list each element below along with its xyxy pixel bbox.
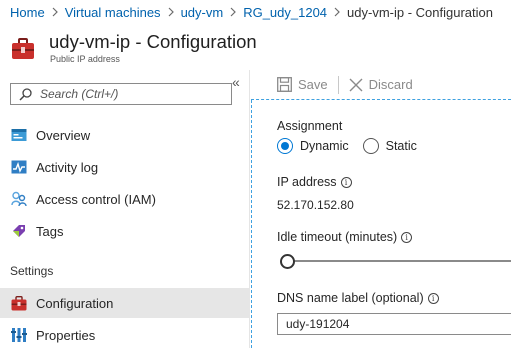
ip-address-label-text: IP address	[277, 175, 337, 189]
radio-dynamic-circle	[277, 138, 293, 154]
properties-icon	[10, 326, 28, 344]
radio-selected-dot	[281, 142, 289, 150]
sidebar-item-activity-log[interactable]: Activity log	[0, 152, 250, 182]
search-placeholder: Search (Ctrl+/)	[40, 87, 119, 101]
dns-label-text: DNS name label (optional)	[277, 291, 424, 305]
chevron-right-icon	[168, 7, 174, 17]
idle-timeout-label-text: Idle timeout (minutes)	[277, 230, 398, 244]
breadcrumb-current: udy-vm-ip - Configuration	[347, 4, 493, 20]
radio-static-circle	[362, 138, 379, 154]
page-title: udy-vm-ip - Configuration	[49, 31, 257, 52]
sidebar-item-label: Access control (IAM)	[36, 191, 156, 207]
breadcrumb: Home Virtual machines udy-vm RG_udy_1204…	[0, 0, 511, 24]
people-icon	[10, 190, 28, 208]
sidebar-item-overview[interactable]: Overview	[0, 120, 250, 150]
breadcrumb-home[interactable]: Home	[10, 5, 45, 20]
collapse-menu-button[interactable]: «	[232, 74, 240, 90]
breadcrumb-resource-group[interactable]: RG_udy_1204	[243, 5, 327, 20]
idle-timeout-label: Idle timeout (minutes) i	[277, 230, 413, 244]
sidebar-item-label: Overview	[36, 127, 91, 143]
toolbox-icon	[11, 38, 35, 60]
chevron-right-icon	[334, 7, 340, 17]
assignment-radio-group: Dynamic Static	[277, 138, 431, 154]
configuration-panel: Save Discard Assignment Dynamic Static I…	[251, 70, 511, 348]
section-heading-settings: Settings	[10, 264, 54, 278]
ip-address-label: IP address i	[277, 175, 352, 189]
command-bar: Save Discard	[251, 70, 511, 100]
dns-name-input[interactable]	[277, 313, 511, 335]
toolbar-divider	[337, 75, 339, 94]
chevron-right-icon	[52, 7, 58, 17]
breadcrumb-vm[interactable]: udy-vm	[181, 5, 224, 20]
ip-address-value: 52.170.152.80	[277, 198, 354, 212]
save-label: Save	[298, 77, 328, 92]
info-icon[interactable]: i	[427, 292, 439, 304]
info-icon[interactable]: i	[340, 176, 352, 188]
sidebar-item-label: Properties	[36, 327, 96, 343]
assignment-label: Assignment	[277, 119, 343, 133]
sidebar-item-properties[interactable]: Properties	[0, 320, 250, 348]
resource-menu: « Search (Ctrl+/) Overview Activity log …	[0, 70, 250, 348]
idle-timeout-slider-track[interactable]	[285, 260, 511, 262]
panel-divider	[251, 100, 252, 348]
resource-header: udy-vm-ip - Configuration Public IP addr…	[0, 26, 511, 70]
radio-static-label: Static	[385, 139, 417, 153]
overview-icon	[10, 126, 28, 144]
breadcrumb-virtual-machines[interactable]: Virtual machines	[65, 5, 161, 20]
radio-static[interactable]: Static	[362, 138, 417, 154]
close-icon	[349, 78, 363, 91]
radio-dynamic[interactable]: Dynamic	[277, 138, 349, 154]
dns-label: DNS name label (optional) i	[277, 291, 439, 305]
radio-dynamic-label: Dynamic	[300, 139, 349, 153]
save-button[interactable]: Save	[277, 77, 328, 92]
discard-button[interactable]: Discard	[349, 77, 413, 92]
search-icon	[19, 87, 32, 101]
sidebar-item-label: Activity log	[36, 159, 99, 175]
sidebar-item-tags[interactable]: Tags	[0, 216, 250, 246]
info-icon[interactable]: i	[401, 231, 413, 243]
toolbox-icon	[10, 294, 28, 312]
discard-label: Discard	[368, 77, 413, 92]
menu-search-input[interactable]: Search (Ctrl+/)	[10, 83, 232, 105]
sidebar-item-label: Tags	[36, 223, 64, 239]
save-icon	[277, 77, 292, 92]
sidebar-item-access-control[interactable]: Access control (IAM)	[0, 184, 250, 214]
idle-timeout-slider-thumb[interactable]	[280, 254, 295, 269]
tag-icon	[10, 222, 28, 240]
sidebar-item-configuration[interactable]: Configuration	[0, 288, 250, 318]
page-subtitle: Public IP address	[50, 54, 120, 64]
sidebar-item-label: Configuration	[36, 295, 114, 311]
chevron-right-icon	[230, 7, 237, 17]
activity-log-icon	[10, 158, 28, 176]
